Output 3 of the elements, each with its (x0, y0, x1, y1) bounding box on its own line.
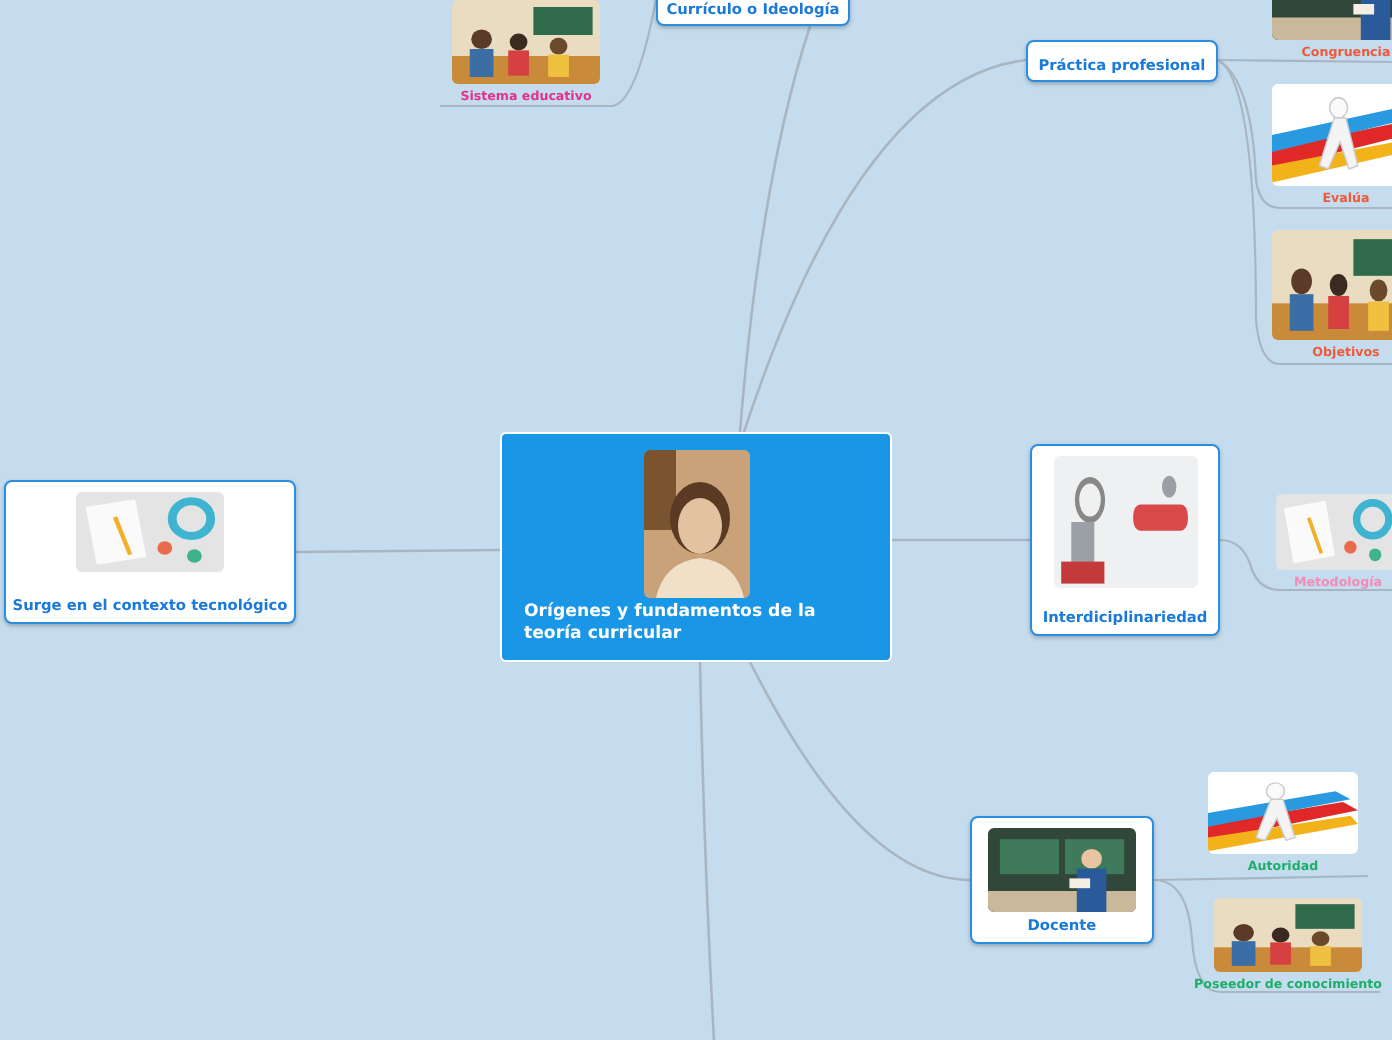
connector-line (892, 538, 1030, 542)
central-topic-title: Orígenes y fundamentos de la teoría curricular (522, 602, 818, 646)
central-topic[interactable]: Orígenes y fundamentos de la teoría curricular (500, 432, 892, 662)
